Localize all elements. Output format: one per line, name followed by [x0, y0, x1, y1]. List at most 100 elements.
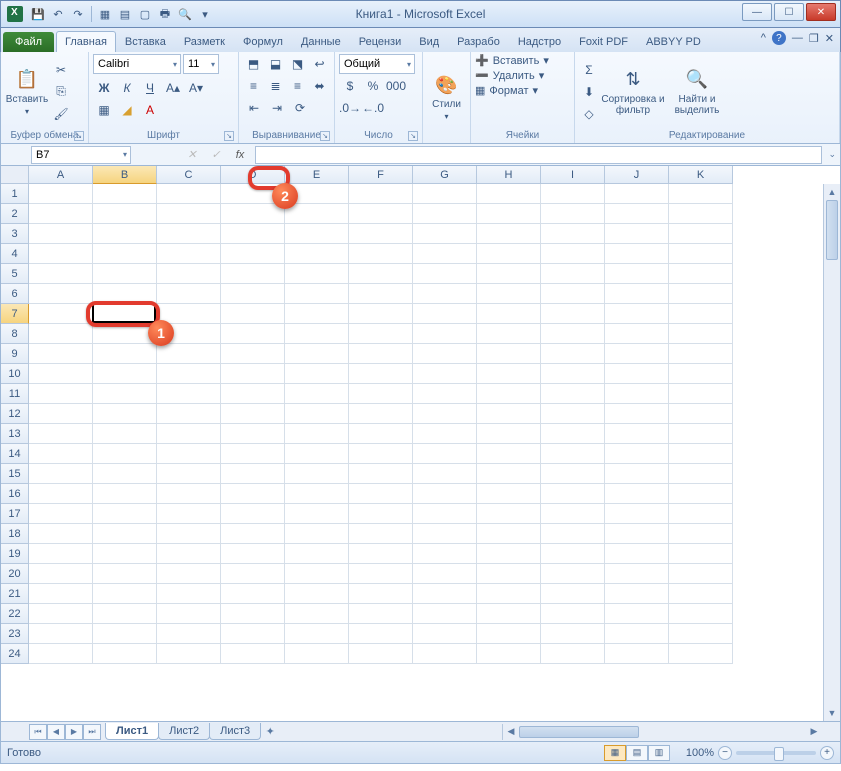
- cell-I22[interactable]: [541, 604, 605, 624]
- row-header-6[interactable]: 6: [1, 284, 29, 304]
- ribbon-tab-3[interactable]: Формул: [234, 31, 292, 52]
- qat-borders-icon[interactable]: ▢: [136, 5, 154, 23]
- row-header-15[interactable]: 15: [1, 464, 29, 484]
- cell-J1[interactable]: [605, 184, 669, 204]
- qat-custom1-icon[interactable]: ▦: [96, 5, 114, 23]
- cell-C23[interactable]: [157, 624, 221, 644]
- cell-I9[interactable]: [541, 344, 605, 364]
- cell-C1[interactable]: [157, 184, 221, 204]
- column-header-C[interactable]: C: [157, 166, 221, 184]
- cell-G22[interactable]: [413, 604, 477, 624]
- redo-icon[interactable]: ↷: [69, 5, 87, 23]
- cell-H17[interactable]: [477, 504, 541, 524]
- autosum-icon[interactable]: Σ: [579, 60, 599, 80]
- cell-J6[interactable]: [605, 284, 669, 304]
- clipboard-dialog-icon[interactable]: ↘: [74, 131, 84, 141]
- ribbon-tab-5[interactable]: Рецензи: [350, 31, 411, 52]
- cell-J20[interactable]: [605, 564, 669, 584]
- expand-formula-bar-icon[interactable]: ⌄: [828, 149, 836, 160]
- cell-C20[interactable]: [157, 564, 221, 584]
- cell-H24[interactable]: [477, 644, 541, 664]
- cell-D6[interactable]: [221, 284, 285, 304]
- cell-C5[interactable]: [157, 264, 221, 284]
- cut-icon[interactable]: ✂: [51, 60, 71, 80]
- cell-D11[interactable]: [221, 384, 285, 404]
- cell-H7[interactable]: [477, 304, 541, 324]
- cell-A21[interactable]: [29, 584, 93, 604]
- cell-B18[interactable]: [93, 524, 157, 544]
- cell-C24[interactable]: [157, 644, 221, 664]
- cell-K24[interactable]: [669, 644, 733, 664]
- cell-E18[interactable]: [285, 524, 349, 544]
- cell-F17[interactable]: [349, 504, 413, 524]
- cell-E1[interactable]: [285, 184, 349, 204]
- cell-D18[interactable]: [221, 524, 285, 544]
- font-dialog-icon[interactable]: ↘: [224, 131, 234, 141]
- cell-E17[interactable]: [285, 504, 349, 524]
- cell-J18[interactable]: [605, 524, 669, 544]
- cell-H15[interactable]: [477, 464, 541, 484]
- cell-B19[interactable]: [93, 544, 157, 564]
- cell-A10[interactable]: [29, 364, 93, 384]
- cell-B7[interactable]: [93, 304, 157, 324]
- font-color-icon[interactable]: A: [139, 100, 161, 120]
- find-select-button[interactable]: 🔍 Найти и выделить: [667, 54, 727, 129]
- cell-K9[interactable]: [669, 344, 733, 364]
- ribbon-tab-10[interactable]: ABBYY PD: [637, 31, 710, 52]
- cell-K21[interactable]: [669, 584, 733, 604]
- cell-D21[interactable]: [221, 584, 285, 604]
- cell-C13[interactable]: [157, 424, 221, 444]
- cell-B11[interactable]: [93, 384, 157, 404]
- cell-D15[interactable]: [221, 464, 285, 484]
- cell-H14[interactable]: [477, 444, 541, 464]
- insert-cells-button[interactable]: ➕Вставить ▾: [475, 54, 570, 67]
- cell-J24[interactable]: [605, 644, 669, 664]
- row-header-10[interactable]: 10: [1, 364, 29, 384]
- row-header-23[interactable]: 23: [1, 624, 29, 644]
- ribbon-tab-7[interactable]: Разрабо: [448, 31, 509, 52]
- ribbon-tab-2[interactable]: Разметк: [175, 31, 234, 52]
- cell-F22[interactable]: [349, 604, 413, 624]
- column-header-K[interactable]: K: [669, 166, 733, 184]
- increase-decimal-icon[interactable]: .0→: [339, 98, 361, 118]
- cell-I13[interactable]: [541, 424, 605, 444]
- cell-G21[interactable]: [413, 584, 477, 604]
- cell-K10[interactable]: [669, 364, 733, 384]
- cell-I8[interactable]: [541, 324, 605, 344]
- workbook-close-icon[interactable]: ✕: [825, 32, 834, 45]
- ribbon-tab-4[interactable]: Данные: [292, 31, 350, 52]
- cell-B3[interactable]: [93, 224, 157, 244]
- cell-H1[interactable]: [477, 184, 541, 204]
- help-icon[interactable]: ?: [772, 31, 786, 45]
- cell-H3[interactable]: [477, 224, 541, 244]
- styles-button[interactable]: 🎨 Стили ▾: [427, 54, 466, 140]
- cell-G11[interactable]: [413, 384, 477, 404]
- cell-D3[interactable]: [221, 224, 285, 244]
- cell-D20[interactable]: [221, 564, 285, 584]
- cell-C22[interactable]: [157, 604, 221, 624]
- cell-A20[interactable]: [29, 564, 93, 584]
- vscroll-thumb[interactable]: [826, 200, 838, 260]
- cell-E16[interactable]: [285, 484, 349, 504]
- cell-B10[interactable]: [93, 364, 157, 384]
- cell-H5[interactable]: [477, 264, 541, 284]
- column-header-A[interactable]: A: [29, 166, 93, 184]
- column-header-I[interactable]: I: [541, 166, 605, 184]
- column-header-F[interactable]: F: [349, 166, 413, 184]
- sheet-prev-icon[interactable]: ◀: [47, 724, 65, 740]
- borders-icon[interactable]: ▦: [93, 100, 115, 120]
- cell-C16[interactable]: [157, 484, 221, 504]
- format-painter-icon[interactable]: 🖌: [51, 104, 71, 124]
- cell-E3[interactable]: [285, 224, 349, 244]
- cell-F9[interactable]: [349, 344, 413, 364]
- sheet-tab-2[interactable]: Лист3: [209, 723, 261, 740]
- cell-F6[interactable]: [349, 284, 413, 304]
- cell-A4[interactable]: [29, 244, 93, 264]
- cell-I5[interactable]: [541, 264, 605, 284]
- cell-A6[interactable]: [29, 284, 93, 304]
- select-all-button[interactable]: [1, 166, 29, 184]
- cell-C21[interactable]: [157, 584, 221, 604]
- save-icon[interactable]: 💾: [29, 5, 47, 23]
- cell-K19[interactable]: [669, 544, 733, 564]
- cell-C9[interactable]: [157, 344, 221, 364]
